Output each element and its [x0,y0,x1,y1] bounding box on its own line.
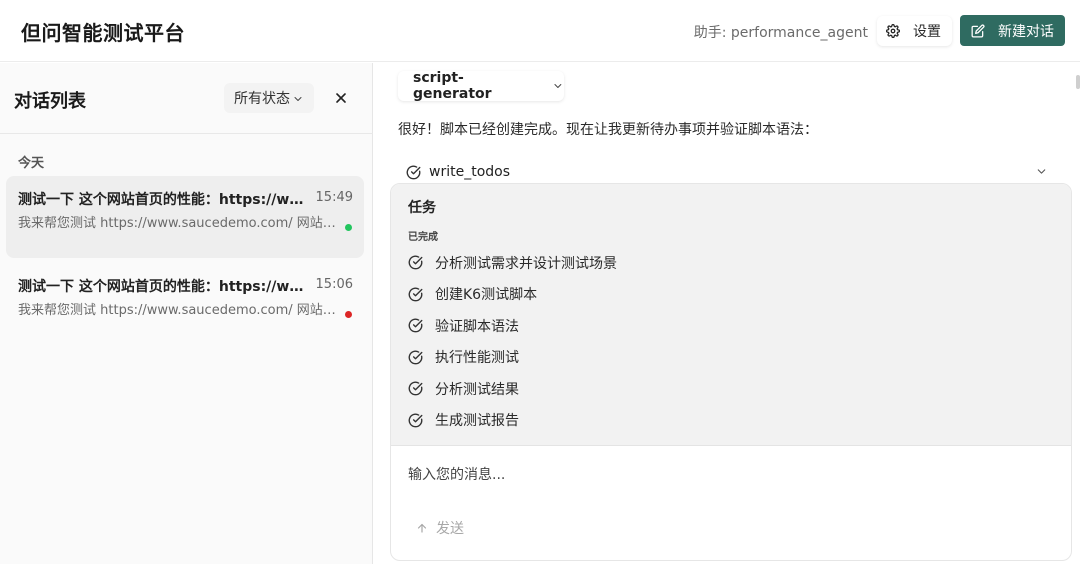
task-item: 验证脚本语法 [408,310,617,342]
date-group-label: 今天 [18,156,45,171]
conversation-preview: 我来帮您测试 https://www.saucedemo.com/ 网站首页的性… [18,216,336,231]
conversation-item[interactable]: 测试一下 这个网站首页的性能：https://www.saucedemo.com… [6,263,364,345]
chevron-down-icon[interactable] [1035,165,1048,178]
check-circle-icon [408,318,423,333]
check-circle-icon [408,381,423,396]
arrow-up-icon [417,523,427,533]
check-circle-icon [408,350,423,365]
task-item: 分析测试需求并设计测试场景 [408,247,617,279]
message-input[interactable]: 输入您的消息... [408,464,1048,484]
task-label: 生成测试报告 [435,413,519,430]
tool-name: write_todos [429,164,510,180]
status-dot [345,224,352,231]
assistant-label: 助手: performance_agent [693,25,868,41]
gear-icon [886,24,900,38]
conversation-preview: 我来帮您测试 https://www.saucedemo.com/ 网站首页的性… [18,303,336,318]
agent-select-dropdown[interactable]: script-generator [398,70,564,102]
task-item: 生成测试报告 [408,405,617,437]
scrollbar-thumb[interactable] [1076,75,1080,89]
check-circle-icon [408,413,423,428]
task-section-label: 已完成 [408,232,438,243]
tool-call-header[interactable]: write_todos [406,161,1048,183]
send-label: 发送 [436,521,464,537]
task-panel-title: 任务 [408,200,436,216]
status-filter-value: 所有状态 [234,91,290,107]
task-label: 验证脚本语法 [435,318,519,335]
task-label: 创建K6测试脚本 [435,287,538,304]
tool-panel: 任务 已完成 分析测试需求并设计测试场景 创建K6测试脚本 验证脚本语法 执行性 [390,183,1072,561]
conversation-title: 测试一下 这个网站首页的性能：https://www.saucedemo.com… [18,279,310,295]
conversation-title: 测试一下 这个网站首页的性能：https://www.saucedemo.com… [18,192,310,208]
assistant-message: 很好！脚本已经创建完成。现在让我更新待办事项并验证脚本语法： [398,122,818,138]
new-chat-label: 新建对话 [998,23,1054,40]
check-circle-icon [408,287,423,302]
edit-icon [971,23,985,37]
task-panel: 任务 已完成 分析测试需求并设计测试场景 创建K6测试脚本 验证脚本语法 执行性 [391,184,1071,446]
check-circle-icon [406,165,421,179]
sidebar-header: 对话列表 所有状态 [0,63,373,134]
app-title: 但问智能测试平台 [21,21,185,45]
conversation-sidebar: 对话列表 所有状态 今天 测试一下 这个网站首页的性能：https://www.… [0,63,373,564]
task-item: 创建K6测试脚本 [408,279,617,311]
new-chat-button[interactable]: 新建对话 [960,15,1065,46]
settings-button[interactable]: 设置 [877,16,952,46]
task-label: 分析测试结果 [435,381,519,398]
conversation-time: 15:49 [315,190,353,205]
status-filter-dropdown[interactable]: 所有状态 [224,83,314,113]
send-button[interactable]: 发送 [406,515,476,541]
chevron-down-icon [294,96,302,101]
settings-label: 设置 [913,24,941,40]
task-item: 执行性能测试 [408,342,617,374]
app-header: 但问智能测试平台 助手: performance_agent 设置 新建对话 [0,0,1080,62]
task-list: 分析测试需求并设计测试场景 创建K6测试脚本 验证脚本语法 执行性能测试 分析测… [408,247,617,436]
task-label: 执行性能测试 [435,350,519,367]
task-label: 分析测试需求并设计测试场景 [435,255,617,272]
conversation-time: 15:06 [315,277,353,292]
sidebar-title: 对话列表 [14,91,86,112]
status-dot [345,311,352,318]
conversation-item[interactable]: 测试一下 这个网站首页的性能：https://www.saucedemo.com… [6,176,364,258]
chat-main: script-generator 很好！脚本已经创建完成。现在让我更新待办事项并… [374,63,1080,564]
close-icon[interactable] [333,90,349,106]
task-item: 分析测试结果 [408,373,617,405]
check-circle-icon [408,255,423,270]
agent-select-value: script-generator [413,70,492,102]
chevron-down-icon [554,84,562,88]
